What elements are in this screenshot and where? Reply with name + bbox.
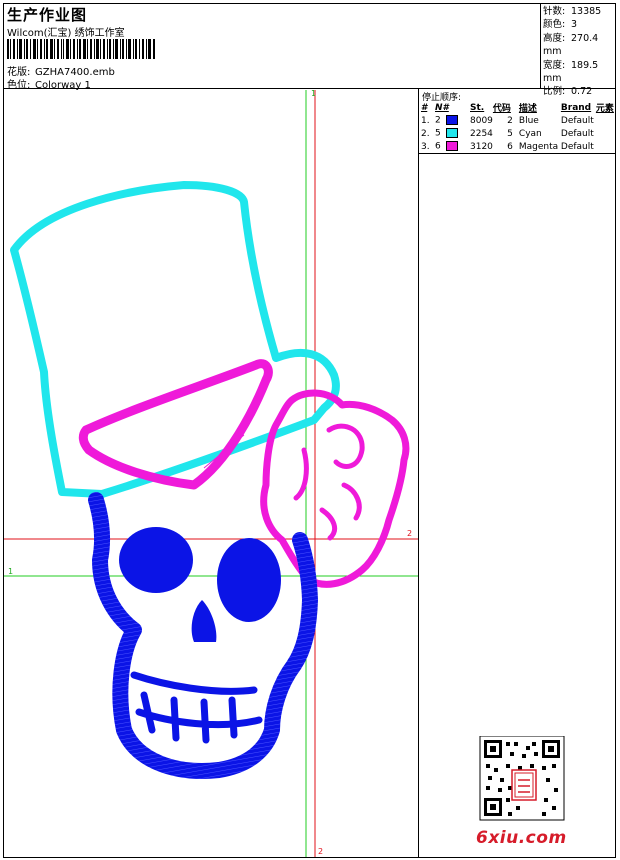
table-row: 2. 5 2254 5 Cyan Default [421,127,614,140]
col-needle-header: N# [435,102,449,113]
stitch-count-value: 13385 [571,6,602,17]
row-brand: Default [560,128,594,139]
row-element [596,114,614,127]
table-row: 1. 2 8009 2 Blue Default [421,114,614,127]
width-label: 宽度: [543,59,566,71]
row-index: 3. [421,141,430,152]
height-label: 高度: [543,32,566,44]
needle-number: 2 [435,115,441,126]
table-header-row: # N# St. 代码 描述 Brand 元素 [421,101,614,115]
row-index: 1. [421,115,430,126]
stop-sequence-table: # N# St. 代码 描述 Brand 元素 1. 2 8009 2 Blue… [421,101,614,153]
header: 生产作业图 Wilcom(汇宝) 绣饰工作室 花版: GZHA7400.emb 色… [3,3,616,97]
row-st: 5 [507,128,513,139]
design-stats: 针数: 13385 颜色: 3 高度: 270.4 mm 宽度: 189.5 mm 比例… [543,5,616,99]
studio-name: Wilcom(汇宝) 绣饰工作室 [7,28,125,39]
guide-label-red-right: 2 [407,529,412,538]
color-count-value: 3 [571,19,578,31]
row-needle: 6 [435,140,470,153]
colorway-label: 色位: [7,80,31,91]
height-row: 高度: 270.4 mm [543,32,616,59]
col-st-header: St. [470,102,485,113]
row-needle: 2 [435,114,470,127]
needle-number: 6 [435,141,441,152]
row-desc: Blue [518,115,539,126]
color-swatch [446,128,459,139]
row-needle: 5 [435,127,470,140]
color-count-label: 颜色: [543,19,566,31]
skull-eye-right [217,538,281,622]
row-element [596,127,614,140]
row-brand: Default [560,115,594,126]
guide-label-green-top: 1 [311,90,316,98]
guide-label-red-bottom: 2 [318,847,323,856]
guide-label-green-left: 1 [8,567,13,576]
row-code: 8009 [470,115,493,126]
skull-jaw-teeth [130,671,263,744]
watermark-brand: 6xiu.com [476,828,567,848]
row-desc: Magenta [518,141,559,152]
rose-outline [260,389,410,588]
stitch-count-row: 针数: 13385 [543,5,616,18]
hat-outline [10,181,340,498]
page-title: 生产作业图 [7,6,88,24]
side-panel-divider [418,89,419,858]
row-st: 2 [507,115,513,126]
table-row: 3. 6 3120 6 Magenta Default [421,140,614,153]
col-desc-header: 描述 [518,104,537,114]
needle-number: 5 [435,128,441,139]
color-swatch [446,141,459,152]
stop-sequence-panel: 停止顺序: # N# St. 代码 描述 Brand 元素 1. 2 8009 … [419,89,616,154]
row-code: 2254 [470,128,493,139]
row-code: 3120 [470,141,493,152]
col-index-header: # [421,102,428,113]
width-row: 宽度: 189.5 mm [543,59,616,86]
row-desc: Cyan [518,128,542,139]
header-divider [540,3,541,89]
row-brand: Default [560,141,594,152]
barcode-icon [7,39,155,59]
row-index: 2. [421,128,430,139]
skull-nose [191,600,217,642]
col-code-header: 代码 [492,104,511,114]
colorway-row: 色位: Colorway 1 [7,76,91,91]
col-brand-header: Brand [560,102,592,113]
color-swatch [446,115,459,126]
skull-eye-left [119,527,193,593]
color-count-row: 颜色: 3 [543,18,616,31]
row-st: 6 [507,141,513,152]
embroidery-design-canvas: 1 1 2 2 [4,90,418,857]
row-element [596,140,614,153]
stitch-count-label: 针数: [543,6,566,17]
col-element-header: 元素 [595,104,614,114]
